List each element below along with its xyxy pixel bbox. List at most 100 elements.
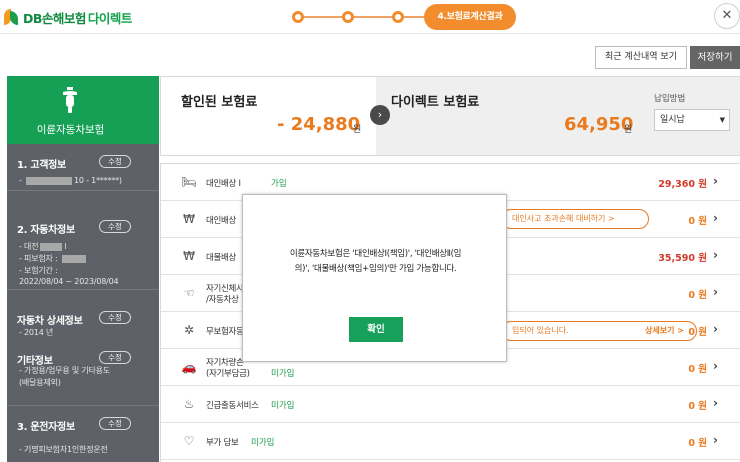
- step-dot-1: [292, 11, 304, 23]
- customer-info: - 10 - 1******): [19, 176, 122, 185]
- coverage-status: 미가입: [271, 401, 295, 411]
- coverage-amount: 0 원: [688, 364, 707, 375]
- sidebar-section-vehicle-detail: 자동차 상세정보 수정 - 2014 년: [7, 290, 159, 337]
- discount-premium: 할인된 보험료 - 24,880 원: [160, 77, 376, 155]
- period-label: - 보험기간 :: [19, 266, 58, 275]
- coverage-name: 대인배상: [206, 216, 237, 226]
- close-icon: ✕: [721, 8, 733, 23]
- chevron-right-icon[interactable]: ›: [713, 211, 718, 225]
- scooter-icon: [63, 87, 77, 113]
- hand-icon: ☜: [183, 286, 195, 300]
- excess-damage-link[interactable]: 대인사고 초과손해 대비하기 >: [501, 209, 649, 229]
- coverage-name: 대인배상 I: [206, 179, 241, 189]
- coverage-name-sub: (자기부담금): [206, 369, 250, 379]
- dialog-message-line2: 의)', '대물배상(책임+임의)'만 가입 가능합니다.: [294, 264, 457, 274]
- direct-premium: 다이렉트 보험료 64,950 원: [376, 77, 642, 155]
- edit-button[interactable]: 수정: [99, 220, 131, 233]
- step-dot-3: [392, 11, 404, 23]
- vehicle-line: - 대전 l: [19, 242, 67, 251]
- sidebar-section-driver: 3. 운전자정보 수정 - 기명피보험자1인한정운전: [7, 406, 159, 462]
- coverage-row[interactable]: ♨ 긴급출동서비스 미가입 0 원 ›: [161, 386, 740, 423]
- usage-note: (배달용제외): [19, 378, 61, 387]
- chevron-right-icon[interactable]: ›: [713, 174, 718, 188]
- section-heading: 2. 자동차정보: [17, 225, 75, 236]
- recent-calc-button[interactable]: 최근 계산내역 보기: [595, 46, 687, 69]
- coverage-amount: 0 원: [688, 216, 707, 227]
- payment-method: 납입방법 일시납 ▼: [642, 77, 740, 155]
- payment-value: 일시납: [660, 115, 685, 125]
- car-crash-icon: ✲: [183, 323, 195, 337]
- chevron-right-icon[interactable]: ›: [713, 248, 718, 262]
- sidebar-section-vehicle: 2. 자동차정보 수정 - 대전 l - 피보험자 : - 보험기간 : 2022…: [7, 191, 159, 290]
- coverage-status: 가입: [271, 179, 287, 189]
- discount-unit: 원: [353, 125, 362, 135]
- confirm-button[interactable]: 확인: [349, 317, 403, 342]
- edit-button[interactable]: 수정: [99, 311, 131, 324]
- coverage-name: 대물배상: [206, 253, 237, 263]
- coverage-amount: 0 원: [688, 290, 707, 301]
- chevron-right-icon[interactable]: ›: [713, 359, 718, 373]
- save-button[interactable]: 저장하기: [690, 46, 740, 69]
- siren-icon: ♨: [183, 397, 195, 411]
- coverage-amount: 29,360 원: [658, 179, 707, 190]
- step-progress: 4.보험료계산결과: [288, 4, 528, 30]
- coverage-amount: 0 원: [688, 438, 707, 449]
- step-dot-2: [342, 11, 354, 23]
- coverage-amount: 0 원: [688, 327, 707, 338]
- coverage-amount: 35,590 원: [658, 253, 707, 264]
- current-step: 4.보험료계산결과: [424, 4, 516, 30]
- coverage-amount: 0 원: [688, 401, 707, 412]
- money-bag-icon: ₩: [183, 249, 195, 263]
- discount-label: 할인된 보험료: [181, 95, 258, 110]
- coverage-name: 무보험자동: [206, 327, 244, 337]
- sidebar-title: 이륜자동차보험: [36, 124, 105, 136]
- premium-summary: 할인된 보험료 - 24,880 원 › 다이렉트 보험료 64,950 원 납…: [160, 76, 740, 156]
- insured-line: - 피보험자 :: [19, 253, 88, 264]
- coverage-name: 긴급출동서비스: [206, 401, 259, 411]
- alert-dialog: 이륜자동차보험은 '대인배상Ⅰ(책임)', '대인배상Ⅱ(임 의)', '대물배…: [242, 194, 507, 362]
- heart-icon: ♡: [183, 434, 195, 448]
- chevron-down-icon: ▼: [719, 116, 725, 124]
- logo[interactable]: DB손해보험 다이렉트: [4, 6, 132, 28]
- direct-label: 다이렉트 보험료: [391, 95, 480, 110]
- edit-button[interactable]: 수정: [99, 417, 131, 430]
- coverage-status: 미가입: [271, 369, 295, 379]
- header: DB손해보험 다이렉트 4.보험료계산결과 ✕: [0, 0, 740, 34]
- dialog-message: 이륜자동차보험은 '대인배상Ⅰ(책임)', '대인배상Ⅱ(임 의)', '대물배…: [257, 247, 494, 277]
- chevron-right-icon[interactable]: ›: [713, 322, 718, 336]
- usage-line: - 가정용/업무용 및 기타용도: [19, 366, 110, 375]
- sidebar-section-etc: 기타정보 수정 - 가정용/업무용 및 기타용도 (배달용제외): [7, 330, 159, 406]
- chevron-right-icon[interactable]: ›: [713, 396, 718, 410]
- payment-label: 납입방법: [654, 94, 686, 104]
- logo-text: DB손해보험: [23, 10, 86, 26]
- coverage-row[interactable]: ♡ 부가 담보 미가입 0 원 ›: [161, 423, 740, 460]
- edit-button[interactable]: 수정: [99, 155, 131, 168]
- sidebar: 이륜자동차보험 1. 고객정보 수정 - 10 - 1******) 2. 자동…: [7, 76, 159, 462]
- section-heading: 3. 운전자정보: [17, 422, 75, 433]
- section-heading: 1. 고객정보: [17, 160, 66, 171]
- uninsured-info-text: 입되어 있습니다.: [512, 326, 569, 335]
- sidebar-header: 이륜자동차보험: [7, 76, 159, 144]
- bed-icon: 🛏: [181, 175, 197, 189]
- details-link[interactable]: 상세보기 >: [645, 322, 684, 340]
- sidebar-section-customer: 1. 고객정보 수정 - 10 - 1******): [7, 144, 159, 191]
- section-heading: 자동차 상세정보: [17, 316, 83, 327]
- logo-sub-text: 다이렉트: [87, 10, 133, 26]
- arrow-right-icon: ›: [370, 105, 390, 125]
- edit-button[interactable]: 수정: [99, 351, 131, 364]
- discount-value: - 24,880: [277, 114, 361, 135]
- uninsured-info: 입되어 있습니다. 상세보기 >: [501, 321, 697, 341]
- driver-scope: - 기명피보험자1인한정운전: [19, 445, 108, 454]
- period-value: 2022/08/04 ~ 2023/08/04: [19, 277, 119, 286]
- payment-select[interactable]: 일시납 ▼: [654, 109, 730, 131]
- logo-mark: [4, 7, 20, 27]
- coin-icon: ₩: [183, 212, 195, 226]
- chevron-right-icon[interactable]: ›: [713, 433, 718, 447]
- car-icon: 🚗: [181, 360, 197, 374]
- dialog-message-line1: 이륜자동차보험은 '대인배상Ⅰ(책임)', '대인배상Ⅱ(임: [289, 249, 462, 259]
- close-button[interactable]: ✕: [714, 3, 740, 29]
- coverage-status: 미가입: [251, 438, 275, 448]
- coverage-name: 부가 담보: [206, 438, 239, 448]
- chevron-right-icon[interactable]: ›: [713, 285, 718, 299]
- coverage-name-sub: /자동차상: [206, 295, 239, 305]
